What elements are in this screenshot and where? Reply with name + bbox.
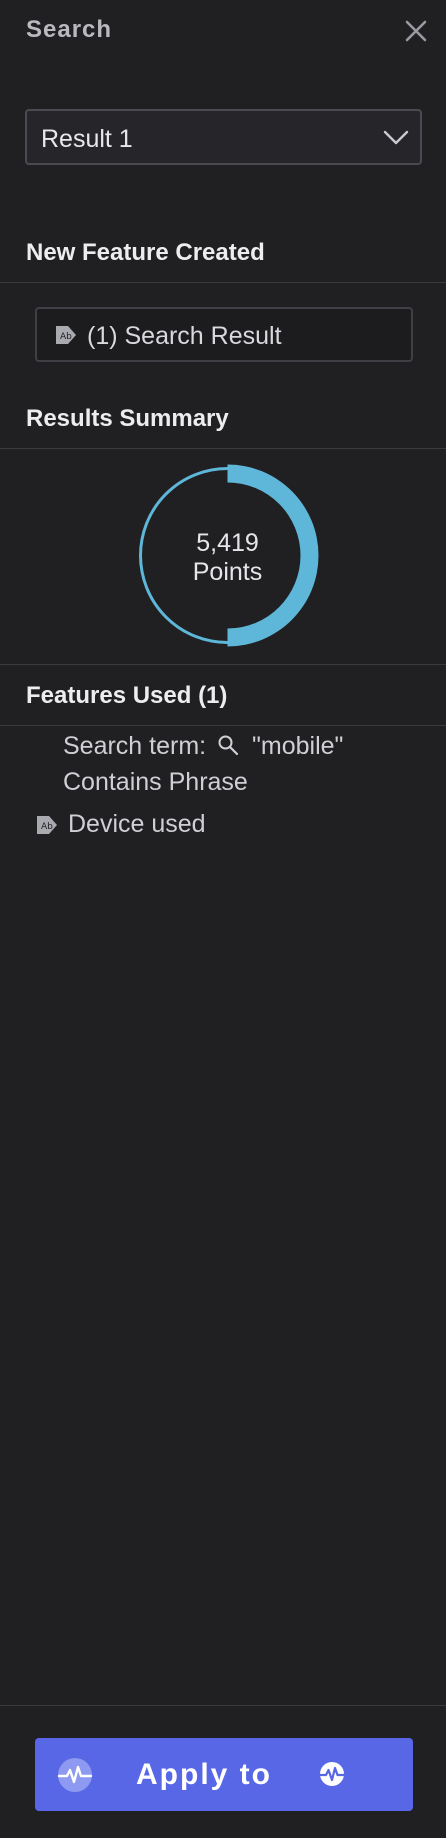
panel-title: Search: [26, 16, 113, 43]
new-feature-label: (1) Search Result: [87, 322, 282, 350]
result-select[interactable]: Result 1: [25, 109, 422, 165]
pulse-target-icon: [319, 1762, 345, 1786]
divider: [0, 448, 446, 449]
divider: [0, 725, 446, 726]
close-icon[interactable]: [402, 17, 430, 45]
search-panel: Search Result 1 New Feature Created Ab (…: [0, 0, 446, 1838]
search-term-value: "mobile": [252, 732, 344, 760]
search-term-label: Search term:: [63, 732, 207, 760]
new-feature-heading: New Feature Created: [26, 239, 265, 266]
results-unit: Points: [192, 558, 263, 586]
panel-header: Search: [0, 0, 446, 64]
chevron-down-icon: [383, 130, 409, 145]
match-type-label: Contains Phrase: [63, 768, 248, 796]
apply-to-label: Apply to: [136, 1758, 272, 1791]
results-count: 5,419: [196, 529, 259, 557]
tag-icon: Ab: [56, 326, 76, 344]
divider: [0, 664, 446, 665]
tag-icon: Ab: [37, 816, 57, 834]
search-term-line: Search term: "mobile": [63, 732, 343, 761]
result-select-value: Result 1: [41, 125, 133, 153]
footer-divider: [0, 1705, 446, 1706]
features-used-heading: Features Used (1): [26, 682, 228, 709]
svg-text:Ab: Ab: [41, 822, 53, 832]
divider: [0, 282, 446, 283]
pulse-icon: [57, 1758, 93, 1792]
search-icon: [218, 735, 239, 756]
new-feature-item[interactable]: Ab (1) Search Result: [35, 307, 413, 362]
feature-name-label: Device used: [68, 810, 206, 838]
results-summary-heading: Results Summary: [26, 405, 229, 432]
svg-text:Ab: Ab: [60, 332, 72, 342]
apply-to-button[interactable]: Apply to: [35, 1738, 413, 1811]
